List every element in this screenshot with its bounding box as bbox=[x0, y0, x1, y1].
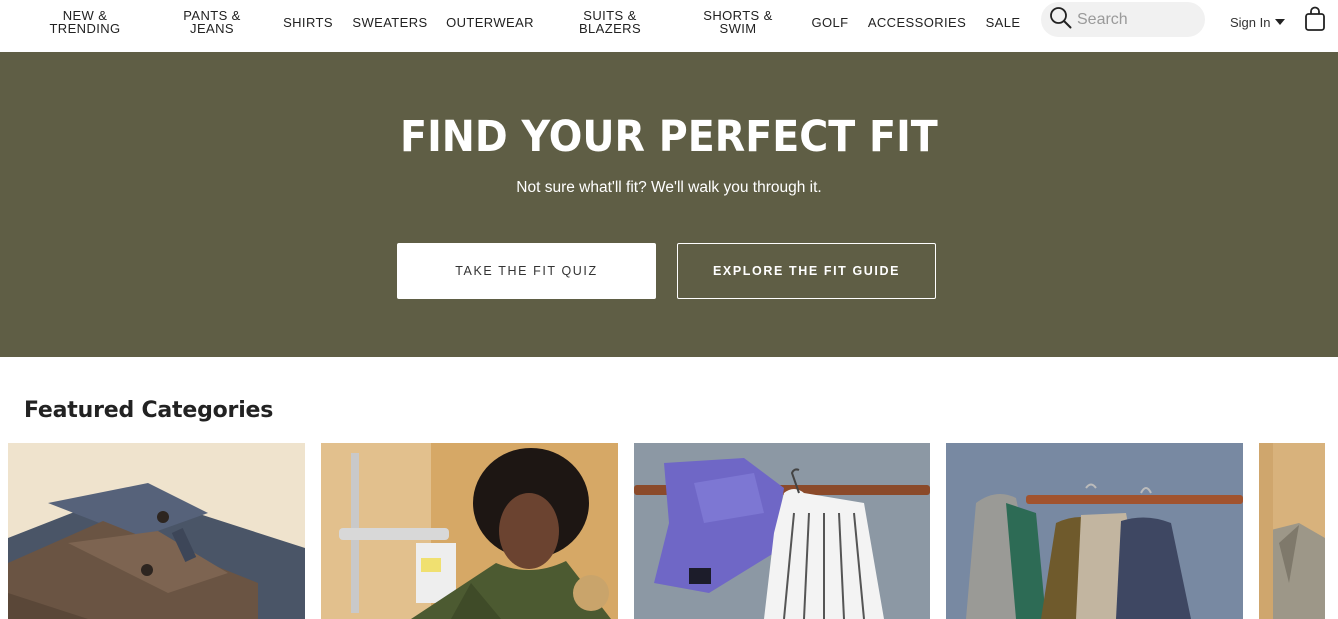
category-card-suits[interactable] bbox=[1259, 443, 1325, 619]
hero-subtitle: Not sure what'll fit? We'll walk you thr… bbox=[516, 179, 822, 196]
search-input[interactable] bbox=[1077, 10, 1197, 29]
nav-item-shorts-swim[interactable]: SHORTS & SWIM bbox=[698, 0, 778, 44]
blazer-photo bbox=[1259, 443, 1325, 619]
featured-categories-heading: Featured Categories bbox=[24, 398, 274, 423]
nav-item-new-trending[interactable]: NEW & TRENDING bbox=[45, 0, 125, 44]
sign-in-label: Sign In bbox=[1230, 14, 1271, 30]
nav-item-golf[interactable]: GOLF bbox=[808, 0, 852, 44]
top-navigation: NEW & TRENDING PANTS & JEANS SHIRTS SWEA… bbox=[0, 0, 1338, 52]
nav-item-sale[interactable]: SALE bbox=[982, 0, 1024, 44]
sign-in-menu[interactable]: Sign In bbox=[1230, 13, 1286, 31]
shopping-bag-icon[interactable] bbox=[1303, 6, 1327, 32]
jackets-on-rack-photo bbox=[946, 443, 1243, 619]
nav-item-pants-jeans[interactable]: PANTS & JEANS bbox=[172, 0, 252, 44]
nav-item-accessories[interactable]: ACCESSORIES bbox=[866, 0, 968, 44]
shirts-on-rack-photo bbox=[634, 443, 930, 619]
chevron-down-icon bbox=[1275, 19, 1286, 25]
hero-title: FIND YOUR PERFECT FIT bbox=[400, 112, 938, 162]
category-card-pants[interactable] bbox=[8, 443, 305, 619]
search-icon[interactable] bbox=[1049, 6, 1072, 34]
nav-item-suits-blazers[interactable]: SUITS & BLAZERS bbox=[570, 0, 650, 44]
nav-item-shirts[interactable]: SHIRTS bbox=[277, 0, 339, 44]
pants-photo bbox=[8, 443, 305, 619]
search-box[interactable] bbox=[1041, 2, 1205, 37]
explore-fit-guide-button[interactable]: EXPLORE THE FIT GUIDE bbox=[677, 243, 936, 299]
fit-hero-banner: FIND YOUR PERFECT FIT Not sure what'll f… bbox=[0, 52, 1338, 357]
category-card-shirts[interactable] bbox=[634, 443, 930, 619]
category-card-sweaters[interactable] bbox=[321, 443, 618, 619]
model-sweater-photo bbox=[321, 443, 618, 619]
nav-item-outerwear[interactable]: OUTERWEAR bbox=[446, 0, 534, 44]
category-card-outerwear[interactable] bbox=[946, 443, 1243, 619]
nav-item-sweaters[interactable]: SWEATERS bbox=[352, 0, 428, 44]
take-fit-quiz-button[interactable]: TAKE THE FIT QUIZ bbox=[397, 243, 656, 299]
